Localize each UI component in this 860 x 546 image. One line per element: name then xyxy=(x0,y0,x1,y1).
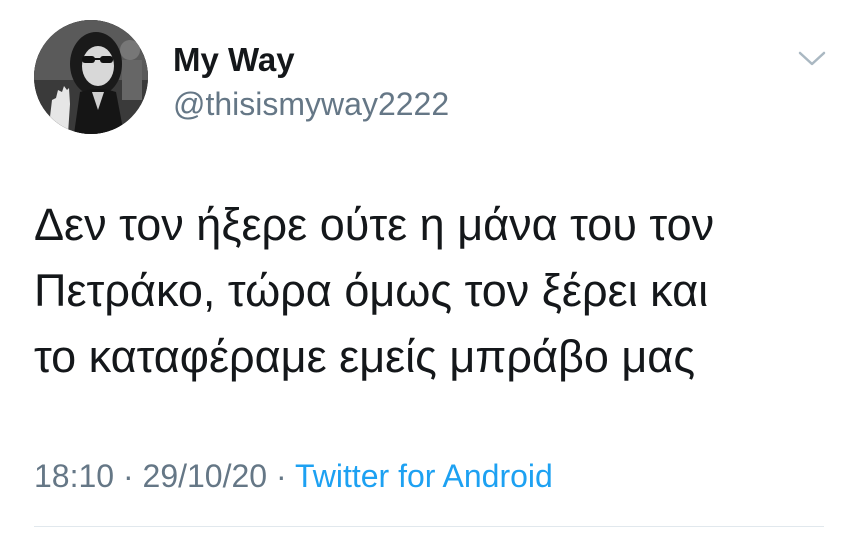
avatar[interactable] xyxy=(34,20,148,134)
tweet-text-line: Πετράκο, τώρα όμως τον ξέρει και xyxy=(34,265,709,316)
author-display-name[interactable]: My Way xyxy=(173,40,295,80)
meta-separator: · xyxy=(267,458,295,494)
avatar-image xyxy=(34,20,148,134)
chevron-down-icon[interactable] xyxy=(796,46,828,70)
tweet-text: Δεν τον ήξερε ούτε η μάνα του τον Πετράκ… xyxy=(34,192,834,390)
tweet-meta: 18:10 · 29/10/20 · Twitter for Android xyxy=(34,456,553,496)
tweet-time[interactable]: 18:10 xyxy=(34,458,114,494)
tweet-text-line: το καταφέραμε εμείς μπράβο μας xyxy=(34,331,696,382)
tweet-date[interactable]: 29/10/20 xyxy=(143,458,268,494)
meta-separator: · xyxy=(114,458,143,494)
tweet-card: My Way @thisismyway2222 Δεν τον ήξερε ού… xyxy=(0,0,860,546)
author-handle[interactable]: @thisismyway2222 xyxy=(173,84,449,124)
tweet-text-line: Δεν τον ήξερε ούτε η μάνα του τον xyxy=(34,199,715,250)
divider xyxy=(34,526,824,527)
tweet-source-link[interactable]: Twitter for Android xyxy=(295,458,553,494)
